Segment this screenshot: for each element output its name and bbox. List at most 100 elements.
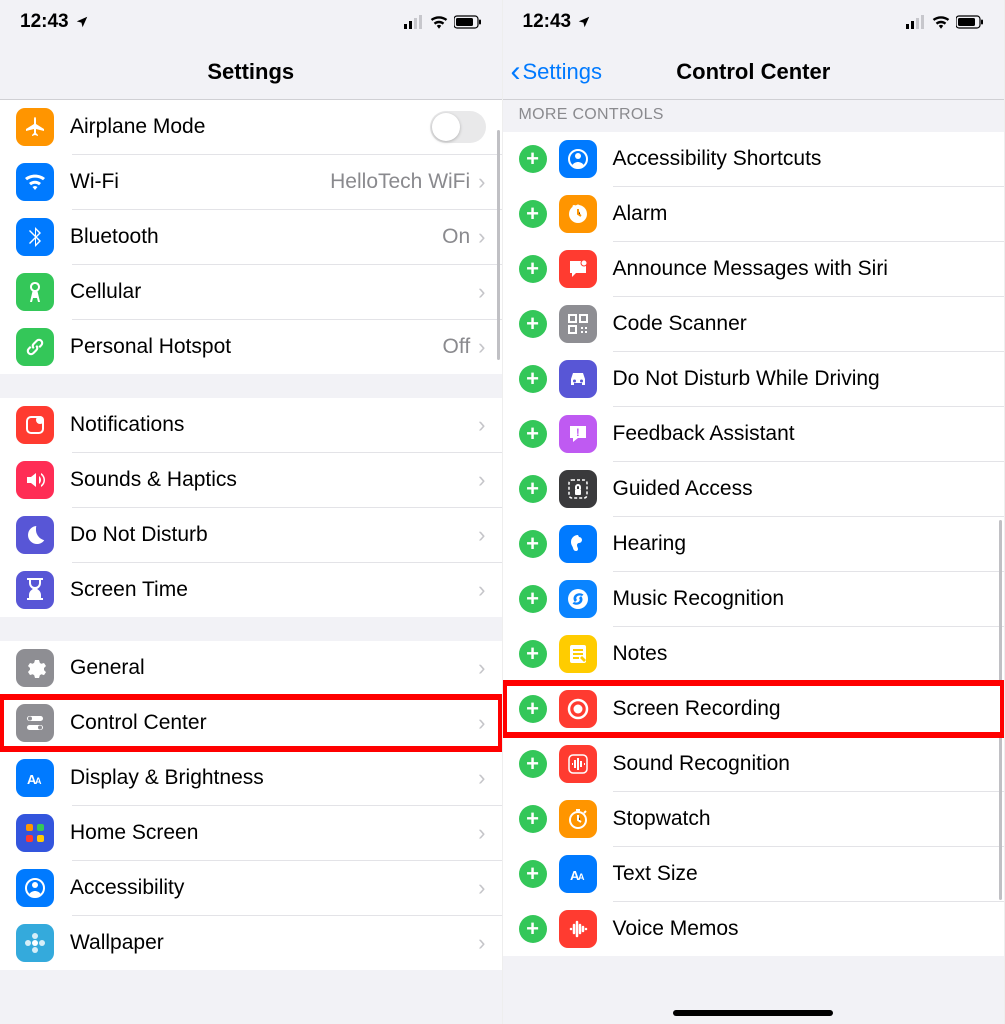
add-button[interactable]: +: [519, 145, 547, 173]
add-button[interactable]: +: [519, 695, 547, 723]
notif-icon: [16, 406, 54, 444]
record-icon: [559, 690, 597, 728]
row-voice-memos[interactable]: +Voice Memos: [503, 902, 1005, 956]
row-airplane-mode[interactable]: Airplane Mode: [0, 100, 502, 154]
bluetooth-icon: [16, 218, 54, 256]
chevron-right-icon: ›: [478, 224, 485, 250]
aa-icon: AA: [559, 855, 597, 893]
person-icon: [559, 140, 597, 178]
row-label: Personal Hotspot: [70, 335, 443, 359]
row-cellular[interactable]: Cellular›: [0, 265, 502, 319]
row-value: HelloTech WiFi: [330, 170, 470, 194]
voice-icon: [559, 910, 597, 948]
add-button[interactable]: +: [519, 420, 547, 448]
row-label: Accessibility Shortcuts: [613, 147, 989, 171]
row-sounds-haptics[interactable]: Sounds & Haptics›: [0, 453, 502, 507]
add-button[interactable]: +: [519, 365, 547, 393]
row-stopwatch[interactable]: +Stopwatch: [503, 792, 1005, 846]
location-icon: [577, 15, 591, 29]
grid-icon: [16, 814, 54, 852]
add-button[interactable]: +: [519, 530, 547, 558]
add-button[interactable]: +: [519, 255, 547, 283]
svg-text:A: A: [578, 872, 585, 882]
chevron-right-icon: ›: [478, 577, 485, 603]
row-music-recognition[interactable]: +Music Recognition: [503, 572, 1005, 626]
link-icon: [16, 328, 54, 366]
add-button[interactable]: +: [519, 640, 547, 668]
add-button[interactable]: +: [519, 915, 547, 943]
row-accessibility[interactable]: Accessibility›: [0, 861, 502, 915]
feedback-icon: !: [559, 415, 597, 453]
nav-bar: Settings: [0, 44, 502, 100]
home-indicator[interactable]: [673, 1010, 833, 1016]
aa-icon: AA: [16, 759, 54, 797]
row-alarm[interactable]: +Alarm: [503, 187, 1005, 241]
flower-icon: [16, 924, 54, 962]
wifi-icon: [430, 15, 448, 29]
lock-icon: [559, 470, 597, 508]
chevron-right-icon: ›: [478, 655, 485, 681]
row-wallpaper[interactable]: Wallpaper›: [0, 916, 502, 970]
clock-icon: [559, 195, 597, 233]
chevron-right-icon: ›: [478, 467, 485, 493]
chevron-right-icon: ›: [478, 279, 485, 305]
row-notes[interactable]: + Notes: [503, 627, 1005, 681]
add-button[interactable]: +: [519, 805, 547, 833]
row-accessibility-shortcuts[interactable]: + Accessibility Shortcuts: [503, 132, 1005, 186]
battery-icon: [956, 15, 984, 29]
add-button[interactable]: +: [519, 860, 547, 888]
row-code-scanner[interactable]: +Code Scanner: [503, 297, 1005, 351]
svg-text:A: A: [35, 776, 42, 786]
row-value: On: [442, 225, 470, 249]
gear-icon: [16, 649, 54, 687]
add-button[interactable]: +: [519, 475, 547, 503]
row-label: Notes: [613, 642, 989, 666]
row-hearing[interactable]: +Hearing: [503, 517, 1005, 571]
back-label: Settings: [523, 59, 603, 85]
row-screen-time[interactable]: Screen Time›: [0, 563, 502, 617]
row-bluetooth[interactable]: BluetoothOn ›: [0, 210, 502, 264]
row-text-size[interactable]: +AAText Size: [503, 847, 1005, 901]
row-sound-recognition[interactable]: +Sound Recognition: [503, 737, 1005, 791]
row-control-center[interactable]: Control Center›: [0, 696, 502, 750]
wifi-icon: [16, 163, 54, 201]
moon-icon: [16, 516, 54, 554]
row-feedback-assistant[interactable]: +! Feedback Assistant: [503, 407, 1005, 461]
row-label: Feedback Assistant: [613, 422, 989, 446]
row-screen-recording[interactable]: + Screen Recording: [503, 682, 1005, 736]
person-icon: [16, 869, 54, 907]
row-label: General: [70, 656, 478, 680]
section-header: MORE CONTROLS: [503, 100, 1005, 132]
add-button[interactable]: +: [519, 310, 547, 338]
row-dnd-driving[interactable]: +Do Not Disturb While Driving: [503, 352, 1005, 406]
row-general[interactable]: General›: [0, 641, 502, 695]
chevron-right-icon: ›: [478, 169, 485, 195]
row-label: Cellular: [70, 280, 478, 304]
row-guided-access[interactable]: + Guided Access: [503, 462, 1005, 516]
status-time: 12:43: [20, 11, 69, 33]
row-home-screen[interactable]: Home Screen›: [0, 806, 502, 860]
chevron-right-icon: ›: [478, 412, 485, 438]
toggle[interactable]: [430, 111, 486, 143]
row-personal-hotspot[interactable]: Personal HotspotOff ›: [0, 320, 502, 374]
row-wifi[interactable]: Wi-FiHelloTech WiFi›: [0, 155, 502, 209]
scrollbar[interactable]: [497, 130, 500, 360]
back-button[interactable]: ‹ Settings: [511, 57, 603, 87]
chevron-right-icon: ›: [478, 334, 485, 360]
row-value: Off: [443, 335, 471, 359]
add-button[interactable]: +: [519, 585, 547, 613]
stopwatch-icon: [559, 800, 597, 838]
row-label: Guided Access: [613, 477, 989, 501]
row-display-brightness[interactable]: AADisplay & Brightness›: [0, 751, 502, 805]
row-announce-messages[interactable]: +Announce Messages with Siri: [503, 242, 1005, 296]
note-icon: [559, 635, 597, 673]
chevron-right-icon: ›: [478, 522, 485, 548]
row-label: Screen Recording: [613, 697, 989, 721]
row-label: Bluetooth: [70, 225, 442, 249]
svg-text:!: !: [576, 427, 580, 439]
add-button[interactable]: +: [519, 750, 547, 778]
row-notifications[interactable]: Notifications›: [0, 398, 502, 452]
settings-screen: 12:43 Settings Airplane ModeWi-FiHelloTe…: [0, 0, 503, 1024]
add-button[interactable]: +: [519, 200, 547, 228]
row-do-not-disturb[interactable]: Do Not Disturb›: [0, 508, 502, 562]
